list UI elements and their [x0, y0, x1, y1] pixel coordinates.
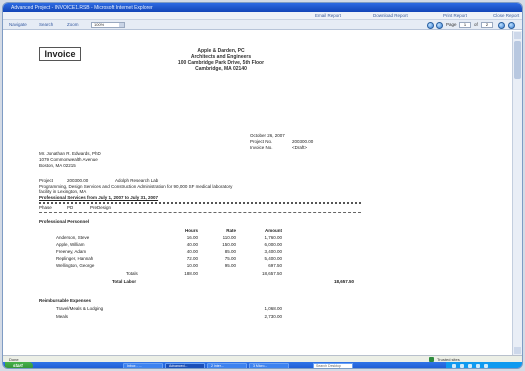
project-id: 200300.00 [67, 178, 89, 183]
report-viewport: Invoice Apple & Darden, PC Architects an… [3, 31, 513, 355]
last-page-icon[interactable] [508, 22, 515, 29]
chevron-down-icon[interactable] [119, 23, 124, 27]
personnel-name: Wellington, George [56, 263, 95, 268]
zoom-label: Zoom [67, 22, 79, 27]
system-tray [446, 362, 522, 368]
page-total: 2 [481, 22, 493, 28]
first-page-icon[interactable] [427, 22, 434, 29]
phase-code: PD [67, 205, 74, 210]
next-page-icon[interactable] [498, 22, 505, 29]
section-divider [39, 202, 361, 204]
personnel-hours: 10.00 [186, 263, 198, 268]
personnel-heading: Professional Personnel [39, 219, 90, 224]
personnel-amount: 3,400.00 [264, 249, 282, 254]
zoom-value: 100% [94, 22, 105, 27]
personnel-rate: 85.00 [224, 249, 236, 254]
project-name: Adolph Research Lab [115, 178, 159, 183]
reimbursable-name: Meals [56, 314, 69, 319]
start-button[interactable]: start [5, 362, 33, 368]
search-link[interactable]: Search [39, 22, 53, 27]
desktop-search-input[interactable]: Search Desktop [313, 363, 353, 368]
tray-icon[interactable] [452, 364, 456, 368]
browser-window: Advanced Project - INVOICE1.RSB - Micros… [2, 2, 523, 369]
invoice-title: Invoice [39, 47, 81, 61]
taskbar-button[interactable]: Advanced... [165, 363, 205, 368]
navigate-link[interactable]: Navigate [9, 22, 27, 27]
personnel-name: Apple, William [56, 242, 85, 247]
total-labor-value: 18,657.50 [333, 279, 354, 284]
taskbar-button[interactable]: 2 Inter... [207, 363, 247, 368]
tray-icon[interactable] [476, 364, 480, 368]
col-hours-header: Hours [184, 228, 198, 233]
personnel-hours: 16.00 [186, 235, 198, 240]
reimbursable-name: Travel/Meals & Lodging [56, 306, 104, 311]
window-title: Advanced Project - INVOICE1.RSB - Micros… [11, 4, 153, 11]
client-name: Mr. Jonathan R. Edwards, PhD [39, 151, 101, 156]
personnel-rate: 75.00 [224, 256, 236, 261]
scroll-up-icon[interactable] [514, 32, 521, 39]
client-address-1: 1079 Commonwealth Avenue [39, 157, 98, 162]
project-no-value: 200300.00 [292, 139, 314, 144]
total-hours: 188.00 [184, 271, 198, 276]
personnel-amount: 697.50 [268, 263, 282, 268]
services-heading: Professional Services from July 1, 2007 … [39, 195, 159, 200]
firm-header: Apple & Darden, PC Architects and Engine… [166, 48, 276, 72]
export-toolbar: Email Report Download Report Print Repor… [3, 12, 522, 20]
phase-name: PreDesign [90, 205, 112, 210]
personnel-hours: 40.00 [186, 249, 198, 254]
personnel-hours: 40.00 [186, 242, 198, 247]
vertical-scrollbar[interactable] [512, 31, 522, 355]
personnel-name: Anderson, Steve [56, 235, 90, 240]
page-of-label: of [474, 22, 478, 27]
firm-address-2: Cambridge, MA 02140 [195, 66, 247, 72]
download-report-link[interactable]: Download Report [373, 13, 408, 18]
project-location: facility in Lexington, MA [39, 189, 87, 194]
personnel-rate: 110.00 [222, 235, 236, 240]
taskbar-button[interactable]: Inbox - ... [123, 363, 163, 368]
scroll-down-icon[interactable] [514, 347, 521, 354]
col-amount-header: Amount [265, 228, 282, 233]
project-label: Project [39, 178, 54, 183]
previous-page-icon[interactable] [436, 22, 443, 29]
client-address-2: Boston, MA 02215 [39, 163, 76, 168]
reimbursable-amount: 1,068.00 [264, 306, 282, 311]
personnel-amount: 1,760.00 [264, 235, 282, 240]
total-labor-label: Total Labor [112, 279, 137, 284]
invoice-date: October 26, 2007 [250, 133, 285, 138]
col-rate-header: Rate [226, 228, 236, 233]
invoice-document: Invoice Apple & Darden, PC Architects an… [30, 39, 470, 355]
report-nav-bar: Navigate Search Zoom 100% Page 1 of 2 [3, 20, 522, 30]
personnel-rate: 95.00 [224, 263, 236, 268]
invoice-no-value: <Draft> [292, 145, 308, 150]
reimbursable-heading: Reimbursable Expenses [39, 298, 92, 303]
phase-label: Phase [39, 205, 52, 210]
project-no-label: Project No. [250, 139, 273, 144]
personnel-name: Freeney, Adam [56, 249, 87, 254]
page-number-input[interactable]: 1 [459, 22, 471, 28]
personnel-name: Replinger, Hannah [56, 256, 94, 261]
zoom-select[interactable]: 100% [91, 22, 125, 28]
totals-label: Totals [126, 271, 138, 276]
personnel-rate: 150.00 [222, 242, 236, 247]
phase-divider [39, 212, 361, 213]
print-report-link[interactable]: Print Report [443, 13, 467, 18]
scroll-thumb[interactable] [514, 41, 521, 79]
title-bar: Advanced Project - INVOICE1.RSB - Micros… [3, 3, 522, 12]
personnel-amount: 6,000.00 [264, 242, 282, 247]
reimbursable-amount: 2,730.00 [264, 314, 282, 319]
tray-icon[interactable] [460, 364, 464, 368]
page-label: Page [446, 22, 457, 27]
close-report-link[interactable]: Close Report [493, 13, 519, 18]
email-report-link[interactable]: Email Report [315, 13, 341, 18]
personnel-amount: 5,400.00 [264, 256, 282, 261]
tray-icon[interactable] [484, 364, 488, 368]
invoice-no-label: Invoice No. [250, 145, 273, 150]
taskbar: start Inbox - ... Advanced... 2 Inter...… [3, 362, 522, 368]
personnel-hours: 72.00 [186, 256, 198, 261]
status-bar: Done Trusted sites [3, 355, 522, 362]
taskbar-button[interactable]: 3 Micro... [249, 363, 289, 368]
tray-icon[interactable] [468, 364, 472, 368]
total-amount: 18,657.50 [261, 271, 282, 276]
